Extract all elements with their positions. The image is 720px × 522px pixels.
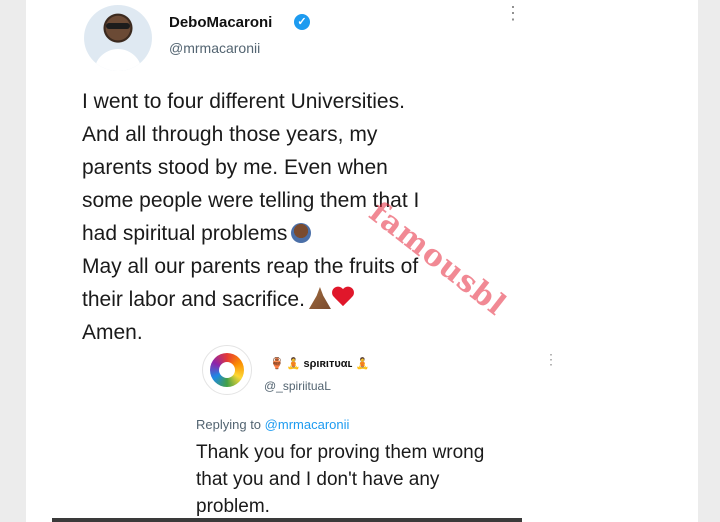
tweet-line-text: had spiritual problems — [82, 222, 288, 245]
author-name[interactable]: DeboMacaroni — [169, 14, 272, 31]
praying-hands-icon — [308, 287, 331, 309]
author-avatar[interactable] — [84, 5, 152, 71]
bottom-divider — [52, 518, 522, 522]
tweet-line: some people were telling them that I — [82, 189, 420, 212]
replying-handle-link[interactable]: @mrmacaronii — [265, 417, 350, 432]
tweet-line: I went to four different Universities. — [82, 90, 405, 113]
quoted-author-handle[interactable]: @_spiriituaL — [264, 379, 331, 393]
avatar-glasses — [106, 23, 130, 29]
quoted-tweet-line: problem. — [196, 496, 270, 517]
tweet-line: had spiritual problems — [82, 217, 542, 250]
quoted-tweet-line: Thank you for proving them wrong — [196, 442, 485, 463]
verified-badge-icon: ✓ — [294, 14, 310, 30]
tweet-line: And all through those years, my — [82, 123, 378, 146]
left-margin — [0, 0, 26, 522]
quoted-tweet-text: Thank you for proving them wrong that yo… — [196, 439, 536, 520]
tweet-line: parents stood by me. Even when — [82, 156, 388, 179]
red-heart-icon — [331, 287, 355, 309]
quoted-author-avatar[interactable] — [202, 345, 252, 395]
tweet: DeboMacaroni ✓ @mrmacaronii ⋮ I went to … — [54, 0, 558, 522]
quoted-more-options-icon[interactable]: ⋮ — [544, 352, 558, 366]
replying-prefix: Replying to — [196, 417, 262, 432]
more-options-icon[interactable]: ⋮ — [504, 4, 522, 22]
avatar-core — [219, 362, 235, 378]
screenshot-card: DeboMacaroni ✓ @mrmacaronii ⋮ I went to … — [26, 0, 698, 522]
quoted-author-name[interactable]: 🏺 🧘 ѕριʀιтυαʟ 🧘 — [270, 357, 369, 370]
quoted-tweet-line: that you and I don't have any — [196, 469, 440, 490]
quoted-tweet[interactable]: 🏺 🧘 ѕριʀιтυαʟ 🧘 @_spiriituaL ⋮ Replying … — [194, 335, 558, 522]
replying-to: Replying to @mrmacaronii — [196, 417, 349, 432]
avatar-shirt — [94, 49, 142, 71]
author-handle[interactable]: @mrmacaronii — [169, 40, 260, 56]
facepalm-icon — [291, 223, 312, 243]
tweet-line-text: their labor and sacrifice. — [82, 288, 305, 311]
